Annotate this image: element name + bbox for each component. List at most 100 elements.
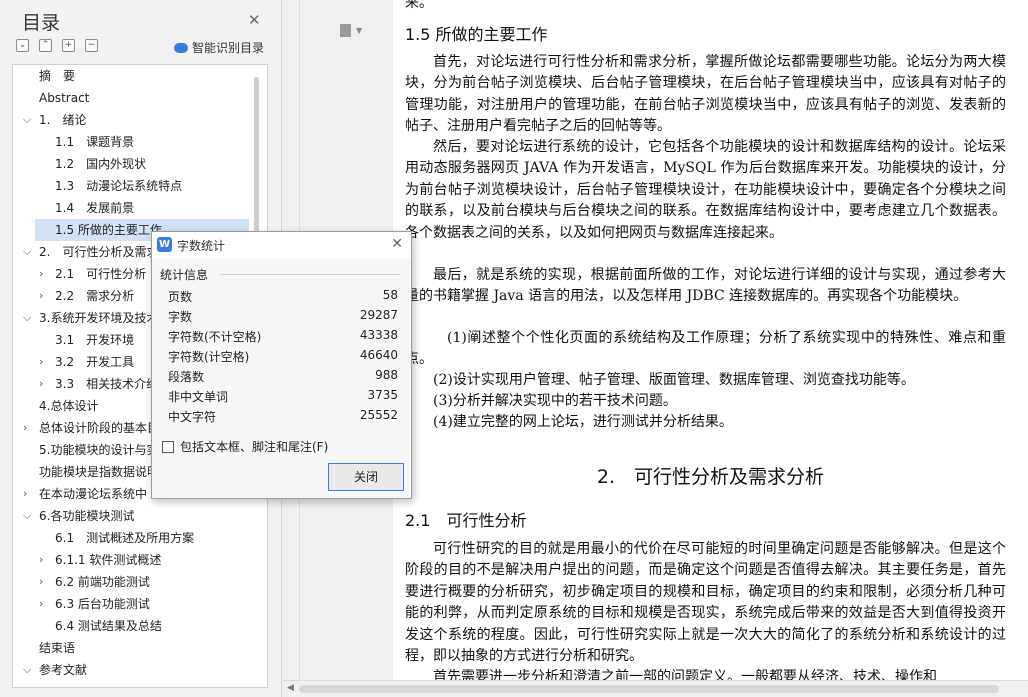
chevron-down-icon[interactable]: ⌵ <box>23 109 31 131</box>
expand-all-icon[interactable]: ⌄ <box>16 39 29 52</box>
cloud-icon <box>174 42 188 53</box>
paragraph: 最后，就是系统的实现，根据前面所做的工作，对论坛进行详细的设计与实现，通过参考大… <box>405 267 1006 305</box>
chevron-right-icon[interactable]: › <box>23 417 27 439</box>
stat-value: 58 <box>382 288 398 302</box>
toc-item-label: 2.2 需求分析 <box>55 289 135 303</box>
document-page[interactable]: 来。 1.5 所做的主要工作 首先，对论坛进行可行性分析和需求分析，掌握所做论坛… <box>393 0 1028 680</box>
stat-label: 段落数 <box>168 370 205 384</box>
stat-row: 中文字符 25552 <box>168 406 398 426</box>
add-heading-icon[interactable]: + <box>62 39 75 52</box>
chevron-right-icon[interactable]: › <box>39 351 43 373</box>
include-textbox-checkbox[interactable]: 包括文本框、脚注和尾注(F) <box>162 438 328 455</box>
toc-item-label: 6.各功能模块测试 <box>39 509 135 523</box>
toc-item[interactable]: ⌵ 参考文献 <box>13 659 267 681</box>
stat-row: 段落数 988 <box>168 366 398 386</box>
toc-item[interactable]: ⌵ 1. 绪论 <box>13 109 267 131</box>
close-icon[interactable]: ✕ <box>248 11 261 29</box>
toc-toolbar: ⌄ ⌃ + − <box>16 39 98 52</box>
paragraph: 可行性研究的目的就是用最小的代价在尽可能短的时间里确定问题是否能够解决。但是这个… <box>405 541 1006 665</box>
wps-logo-icon: W <box>157 237 172 252</box>
toc-item-label: 4.总体设计 <box>39 399 99 413</box>
document-icon[interactable] <box>340 24 351 37</box>
toc-title: 目录 <box>22 12 61 34</box>
toc-item[interactable]: 1.4 发展前景 <box>13 197 267 219</box>
chevron-right-icon[interactable]: › <box>39 285 43 307</box>
chevron-right-icon[interactable]: › <box>39 593 43 615</box>
horizontal-scrollbar[interactable]: ◀ <box>283 680 1028 697</box>
stat-value: 46640 <box>359 348 398 362</box>
stat-value: 29287 <box>359 308 398 322</box>
stat-row: 字数 29287 <box>168 306 398 326</box>
checkbox[interactable] <box>162 440 174 453</box>
stat-row: 非中文单词 3735 <box>168 386 398 406</box>
toc-item-label: 1. 绪论 <box>39 113 87 127</box>
collapse-all-icon[interactable]: ⌃ <box>39 39 52 52</box>
word-count-dialog: W 字数统计 ✕ 统计信息 页数 58 字数 29287 字符数(不计空格) 4… <box>151 231 412 499</box>
stat-label: 字符数(不计空格) <box>168 330 262 344</box>
toc-item-label: 2.1 可行性分析 <box>55 267 147 281</box>
toc-item[interactable]: 1.1 课题背景 <box>13 131 267 153</box>
toc-item-label: 6.2 前端功能测试 <box>55 575 150 589</box>
stat-value: 3735 <box>367 388 398 402</box>
toc-item-label: 1.2 国内外现状 <box>55 157 147 171</box>
dialog-title: 字数统计 <box>177 239 226 253</box>
toc-item[interactable]: ⌵ 6.各功能模块测试 <box>13 505 267 527</box>
toc-item[interactable]: › 6.1.1 软件测试概述 <box>13 549 267 571</box>
chevron-right-icon[interactable]: › <box>39 571 43 593</box>
stat-value: 25552 <box>359 408 398 422</box>
heading-2-1: 2.1 可行性分析 <box>405 511 527 530</box>
toc-item[interactable]: › 6.3 后台功能测试 <box>13 593 267 615</box>
chevron-down-icon[interactable]: ⌵ <box>23 241 31 263</box>
close-icon[interactable]: ✕ <box>391 236 403 252</box>
toc-item-label: 在本动漫论坛系统中 <box>39 487 148 501</box>
paragraph: 首先需要进一步分析和澄清之前一部的问题定义。一般都要从经济、技术、操作和 <box>433 669 937 680</box>
remove-heading-icon[interactable]: − <box>85 39 98 52</box>
toc-item-label: 参考文献 <box>39 663 88 677</box>
toc-item[interactable]: 6.1 测试概述及所用方案 <box>13 527 267 549</box>
toc-item-label: 摘 要 <box>39 69 76 83</box>
chevron-right-icon[interactable]: › <box>39 373 43 395</box>
toc-item-label: 6.1 测试概述及所用方案 <box>55 531 195 545</box>
scrollbar-thumb[interactable] <box>299 685 999 693</box>
stat-label: 字数 <box>168 310 193 324</box>
chevron-down-icon[interactable]: ⌵ <box>23 307 31 329</box>
stat-value: 43338 <box>359 328 398 342</box>
close-button[interactable]: 关闭 <box>328 463 404 491</box>
paragraph: 首先，对论坛进行可行性分析和需求分析，掌握所做论坛都需要哪些功能。论坛分为两大模… <box>405 54 1006 135</box>
toc-item-label: 3.2 开发工具 <box>55 355 135 369</box>
dialog-titlebar[interactable]: W 字数统计 ✕ <box>152 232 411 258</box>
toc-item-label: 3.1 开发环境 <box>55 333 135 347</box>
toc-item[interactable]: 1.3 动漫论坛系统特点 <box>13 175 267 197</box>
toc-item[interactable]: 摘 要 <box>13 65 267 87</box>
toc-item[interactable]: Abstract <box>13 87 267 109</box>
chevron-right-icon[interactable]: › <box>39 549 43 571</box>
chapter-heading: 2. 可行性分析及需求分析 <box>596 466 825 488</box>
chevron-down-icon[interactable]: ⌵ <box>23 659 31 681</box>
scroll-left-icon[interactable]: ◀ <box>287 683 294 693</box>
divider <box>220 274 400 275</box>
dropdown-icon[interactable]: ▼ <box>356 26 362 35</box>
toc-item[interactable]: 1.2 国内外现状 <box>13 153 267 175</box>
toc-item-label: 1.5 所做的主要工作 <box>55 223 162 237</box>
toc-item-label: 1.1 课题背景 <box>55 135 135 149</box>
toc-item-label: 功能模块是指数据说明 <box>39 465 160 479</box>
heading-1-5: 1.5 所做的主要工作 <box>405 25 548 44</box>
toc-item-label: 6.3 后台功能测试 <box>55 597 150 611</box>
list-item: (4)建立完整的网上论坛，进行测试并分析结果。 <box>433 414 733 430</box>
toc-item-label: 6.4 测试结果及总结 <box>55 619 162 633</box>
stat-label: 字符数(计空格) <box>168 350 250 364</box>
toc-item-label: 6.1.1 软件测试概述 <box>55 553 162 567</box>
chevron-right-icon[interactable]: › <box>23 483 27 505</box>
toc-item[interactable]: › 6.2 前端功能测试 <box>13 571 267 593</box>
stats-section-label: 统计信息 <box>160 268 209 282</box>
chevron-right-icon[interactable]: › <box>39 263 43 285</box>
smart-toc-button[interactable]: 智能识别目录 <box>174 39 264 56</box>
chevron-down-icon[interactable]: ⌵ <box>23 505 31 527</box>
stat-row: 字符数(不计空格) 43338 <box>168 326 398 346</box>
toc-item[interactable]: 结束语 <box>13 637 267 659</box>
stat-label: 非中文单词 <box>168 390 229 404</box>
list-item: (3)分析并解决实现中的若干技术问题。 <box>433 393 677 409</box>
toc-item[interactable]: 6.4 测试结果及总结 <box>13 615 267 637</box>
toc-item-label: 1.4 发展前景 <box>55 201 135 215</box>
stat-label: 中文字符 <box>168 410 217 424</box>
